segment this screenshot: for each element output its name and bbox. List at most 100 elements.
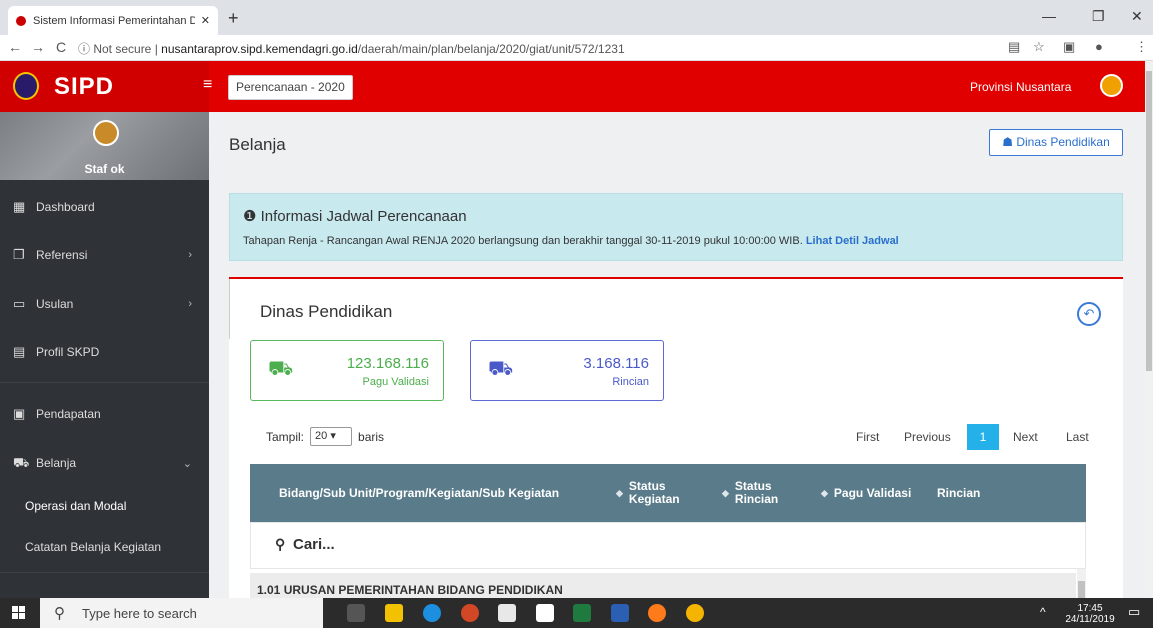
brand-area[interactable]: SIPD (0, 61, 209, 112)
stat-rincian: ⛟ 3.168.116 Rincian (470, 340, 664, 401)
periode-button[interactable]: Perencanaan - 2020 (228, 75, 353, 100)
cart-icon: ⛟ (488, 358, 514, 380)
extension-icon[interactable]: ▣ (1063, 39, 1075, 55)
back-arrow-icon[interactable]: ← (8, 39, 22, 55)
table-row[interactable]: 1.01 URUSAN PEMERINTAHAN BIDANG PENDIDIK… (250, 573, 1076, 600)
tray-chevron-up-icon[interactable]: ^ (1040, 606, 1046, 618)
pager-next[interactable]: Next (1013, 424, 1038, 450)
system-clock[interactable]: 17:45 24/11/2019 (1060, 603, 1120, 625)
info-circle-icon: ❶ (243, 208, 261, 225)
tab-close-icon[interactable]: ✕ (201, 14, 210, 27)
sidebar-item-dashboard[interactable]: ▦ Dashboard (0, 187, 209, 227)
excel-icon[interactable] (573, 604, 591, 622)
column-header-pagu-validasi[interactable]: ◆ Pagu Validasi (821, 464, 931, 522)
sidebar-item-label: Profil SKPD (36, 345, 100, 359)
reply-arrow-icon: ↶ (1083, 306, 1095, 321)
task-view-icon[interactable] (347, 604, 365, 622)
avatar[interactable] (93, 120, 119, 146)
page-length-select[interactable]: 20 ▾ (310, 427, 353, 446)
chevron-right-icon: › (188, 298, 192, 310)
dinas-card: Dinas Pendidikan ↶ ⛟ 123.168.116 Pagu Va… (229, 277, 1123, 600)
word-icon[interactable] (611, 604, 629, 622)
card-tab-border (229, 279, 230, 339)
cart-icon: ⛟ (268, 358, 294, 380)
file-explorer-icon[interactable] (385, 604, 403, 622)
hamburger-menu-icon[interactable]: ≡ (203, 76, 212, 94)
page-scrollbar[interactable] (1145, 61, 1153, 598)
column-header-rincian[interactable]: Rincian (937, 464, 1007, 522)
sipd-logo-icon (13, 72, 39, 100)
powerpoint-icon[interactable] (461, 604, 479, 622)
sidebar-item-label: Pendapatan (36, 407, 101, 421)
stat-label: Rincian (612, 376, 649, 388)
back-button[interactable]: ↶ (1077, 302, 1101, 326)
minimize-button[interactable]: — (1042, 8, 1056, 24)
pager-page-1[interactable]: 1 (967, 424, 999, 450)
windows-start-icon[interactable] (12, 606, 26, 620)
sidebar: Staf ok ▦ Dashboard ❐ Referensi › ▭ Usul… (0, 112, 209, 598)
chevron-right-icon: › (188, 249, 192, 261)
page-title: Belanja (229, 135, 286, 154)
sidebar-item-label: Referensi (36, 248, 88, 262)
brand-title: SIPD (54, 73, 115, 100)
table-search-input[interactable]: ⚲ Cari... (250, 522, 1086, 569)
column-header-status-kegiatan[interactable]: ◆ Status Kegiatan (616, 464, 706, 522)
mail-icon[interactable] (536, 604, 554, 622)
star-icon[interactable]: ☆ (1033, 39, 1045, 55)
column-header-label: Bidang/Sub Unit/Program/Kegiatan/Sub Keg… (279, 485, 560, 500)
stat-pagu-validasi: ⛟ 123.168.116 Pagu Validasi (250, 340, 444, 401)
dinas-pendidikan-button[interactable]: ☗ Dinas Pendidikan (989, 129, 1123, 156)
column-header-label: Status Kegiatan (628, 479, 680, 506)
column-header-label: Status Rincian (734, 479, 779, 506)
sidebar-subitem-operasi-modal[interactable]: Operasi dan Modal (0, 499, 209, 513)
chrome-icon[interactable] (686, 604, 704, 622)
new-tab-button[interactable]: + (228, 8, 239, 29)
dinas-button-label: Dinas Pendidikan (1016, 135, 1110, 149)
taskbar-search-placeholder: Type here to search (82, 606, 197, 621)
reload-icon[interactable]: C (56, 39, 66, 55)
sort-icon: ◆ (722, 487, 729, 498)
stat-value: 3.168.116 (583, 355, 649, 372)
windows-taskbar: ⚲ Type here to search ^ 17:45 24/11/2019… (0, 598, 1153, 628)
page-length-value: 20 (315, 430, 328, 442)
province-label[interactable]: Provinsi Nusantara (970, 80, 1071, 94)
sort-icon: ◆ (616, 487, 623, 498)
taskbar-search-input[interactable]: ⚲ Type here to search (40, 598, 323, 628)
notification-icon[interactable]: ▭ (1128, 605, 1140, 618)
table-scrollbar[interactable] (1077, 569, 1086, 600)
sidebar-item-belanja[interactable]: ⛟ Belanja ⌄ (0, 443, 209, 483)
url-field[interactable]: ⓘ Not secure | nusantaraprov.sipd.kemend… (78, 40, 625, 57)
sidebar-item-usulan[interactable]: ▭ Usulan › (0, 284, 209, 324)
translate-icon[interactable]: ▤ (1008, 39, 1020, 55)
sidebar-item-pendapatan[interactable]: ▣ Pendapatan (0, 394, 209, 434)
user-name: Staf ok (84, 162, 125, 176)
sidebar-item-profil-skpd[interactable]: ▤ Profil SKPD (0, 332, 209, 372)
column-header-bidang[interactable]: Bidang/Sub Unit/Program/Kegiatan/Sub Keg… (279, 464, 579, 522)
column-header-status-rincian[interactable]: ◆ Status Rincian (722, 464, 812, 522)
sidebar-item-referensi[interactable]: ❐ Referensi › (0, 235, 209, 275)
pager-previous[interactable]: Previous (904, 424, 951, 450)
forward-arrow-icon[interactable]: → (31, 39, 45, 55)
detail-schedule-link[interactable]: Lihat Detil Jadwal (806, 235, 899, 247)
maximize-button[interactable]: ❐ (1092, 8, 1105, 25)
home-icon: ☗ (1002, 135, 1017, 149)
address-bar: ← → C ⓘ Not secure | nusantaraprov.sipd.… (0, 35, 1153, 61)
user-avatar[interactable] (1100, 74, 1123, 97)
pager-last[interactable]: Last (1066, 424, 1089, 450)
scrollbar-thumb[interactable] (1146, 71, 1152, 371)
close-window-button[interactable]: ✕ (1131, 8, 1143, 25)
profile-icon[interactable]: ● (1095, 39, 1103, 54)
dashboard-icon: ▦ (13, 199, 26, 214)
page-length-control: Tampil: 20 ▾ baris (266, 427, 384, 446)
alert-heading-text: Informasi Jadwal Perencanaan (260, 208, 467, 225)
sidebar-subitem-catatan-belanja[interactable]: Catatan Belanja Kegiatan (0, 540, 209, 554)
menu-kebab-icon[interactable]: ⋮ (1135, 39, 1148, 55)
firefox-icon[interactable] (648, 604, 666, 622)
store-icon[interactable] (498, 604, 516, 622)
main-content: Belanja ☗ Dinas Pendidikan ❶ Informasi J… (209, 112, 1145, 600)
security-indicator[interactable]: ⓘ Not secure (78, 42, 151, 56)
pager-first[interactable]: First (856, 424, 879, 450)
sidebar-divider (0, 572, 209, 573)
edge-icon[interactable] (423, 604, 441, 622)
browser-tab[interactable]: Sistem Informasi Pemerintahan D ✕ (8, 6, 218, 35)
